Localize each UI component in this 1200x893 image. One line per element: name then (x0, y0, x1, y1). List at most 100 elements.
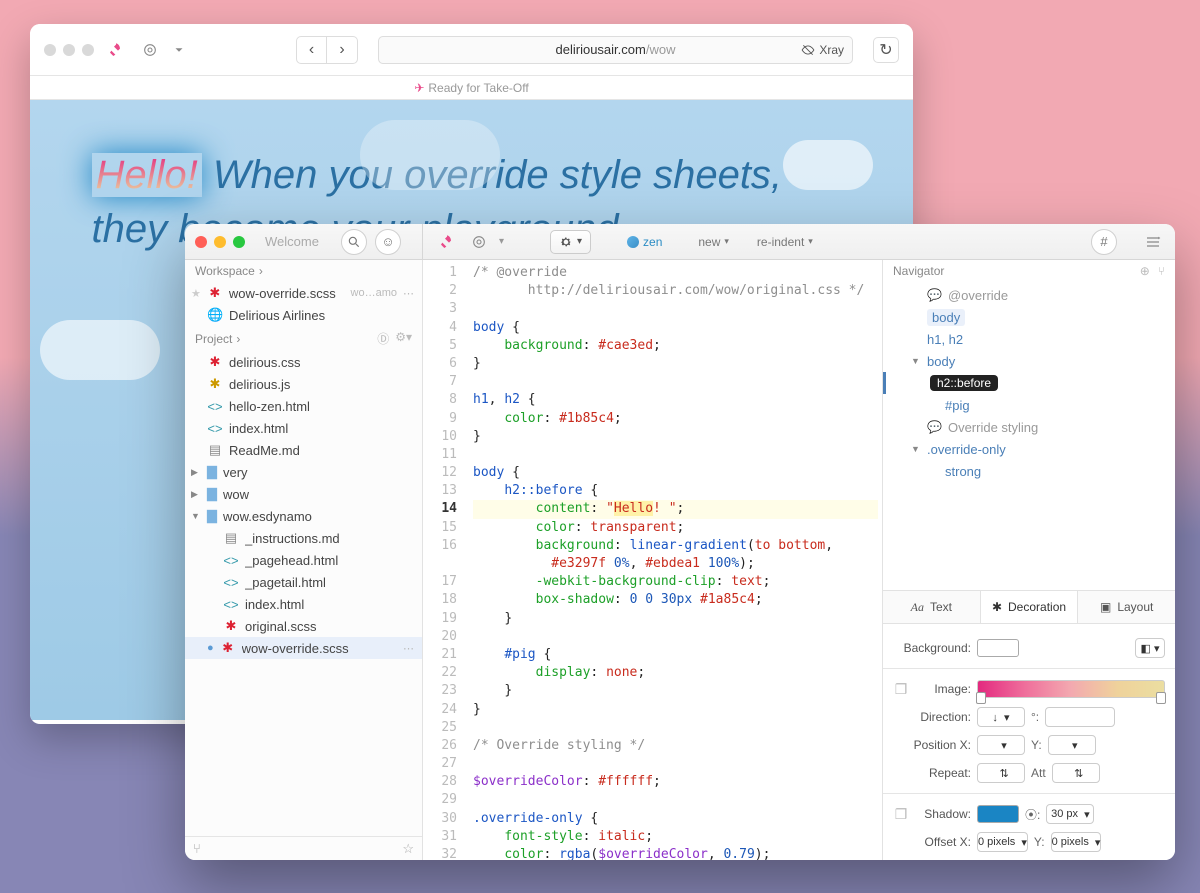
star-icon: ★ (191, 287, 201, 300)
minimize-button[interactable] (214, 236, 226, 248)
sidebar-item[interactable]: ▤_instructions.md (185, 527, 422, 549)
posx-label: Position X: (893, 738, 971, 752)
repeat-label: Repeat: (893, 766, 971, 780)
star-icon[interactable]: ☆ (402, 841, 414, 857)
rocket-icon[interactable] (104, 38, 128, 62)
disclosure-triangle[interactable]: ▼ (191, 511, 201, 521)
more-icon[interactable]: ⋯ (403, 287, 414, 300)
sidebar-item[interactable]: ▶ ▇ wow (185, 483, 422, 505)
rocket-icon[interactable] (435, 230, 459, 254)
sidebar-item[interactable]: ★✱wow-override.scsswo…amo⋯ (185, 282, 422, 304)
background-swatch[interactable] (977, 639, 1019, 657)
sidebar-item[interactable]: ✱delirious.js (185, 373, 422, 395)
tab-text[interactable]: AaText (883, 591, 980, 623)
sidebar-item[interactable]: <>index.html (185, 593, 422, 615)
navigator-item[interactable]: #pig (883, 394, 1175, 416)
offset-x[interactable]: 0 pixels ▾ (977, 832, 1028, 852)
search-icon[interactable] (341, 229, 367, 255)
minimize-dot[interactable] (63, 44, 75, 56)
back-button[interactable]: ‹ (297, 37, 327, 63)
navigator-header: Navigator ⊕ ⑂ (883, 260, 1175, 282)
forward-button[interactable]: › (327, 37, 357, 63)
close-dot[interactable] (44, 44, 56, 56)
file-name: wow (223, 487, 414, 502)
navigator-item[interactable]: strong (883, 460, 1175, 482)
face-icon[interactable]: ☺ (375, 229, 401, 255)
gear-icon[interactable]: ⚙▾ (395, 330, 412, 347)
navigator-item[interactable]: 💬Override styling (883, 416, 1175, 438)
file-name: _pagehead.html (245, 553, 414, 568)
direction-select[interactable]: ↓ ▾ (977, 707, 1025, 727)
close-button[interactable] (195, 236, 207, 248)
gradient-stop-start[interactable] (976, 692, 986, 704)
project-header[interactable]: Project› Ⓓ⚙▾ (185, 326, 422, 351)
offset-y[interactable]: 0 pixels ▾ (1051, 832, 1102, 852)
editor-traffic-lights[interactable] (195, 236, 245, 248)
workspace-header[interactable]: Workspace› (185, 260, 422, 282)
more-icon[interactable]: ⋯ (403, 642, 414, 655)
zen-mode[interactable]: zen (627, 235, 662, 249)
disclosure-triangle[interactable]: ▶ (191, 489, 201, 500)
file-name: wow.esdynamo (223, 509, 414, 524)
file-name: delirious.css (229, 355, 414, 370)
posx-select[interactable]: ▾ (977, 735, 1025, 755)
navigator-item[interactable]: ▼.override-only (883, 438, 1175, 460)
url-bar[interactable]: deliriousair.com/wow Xray (378, 36, 853, 64)
background-options[interactable]: ◧ ▾ (1135, 638, 1165, 658)
sidebar-item[interactable]: ✱original.scss (185, 615, 422, 637)
settings-sliders-icon[interactable] (1141, 230, 1165, 254)
comment-icon: 💬 (927, 288, 942, 302)
posy-select[interactable]: ▾ (1048, 735, 1096, 755)
traffic-lights[interactable] (44, 44, 94, 56)
reload-button[interactable]: ↻ (873, 37, 899, 63)
navigator-item[interactable]: ▼body (883, 350, 1175, 372)
target-icon[interactable] (138, 38, 162, 62)
filter-icon[interactable]: ⑂ (1158, 264, 1165, 278)
sidebar-item[interactable]: <>hello-zen.html (185, 395, 422, 417)
folder-icon: ▇ (207, 486, 217, 502)
sidebar-item[interactable]: ▤ReadMe.md (185, 439, 422, 461)
target-icon[interactable] (467, 230, 491, 254)
stack-icon[interactable]: ❐ (893, 806, 909, 823)
sidebar-item[interactable]: ▼▇wow.esdynamo (185, 505, 422, 527)
disclosure-triangle[interactable]: ▶ (191, 467, 201, 478)
sidebar-item[interactable]: ▶▇very (185, 461, 422, 483)
navigator-item[interactable]: h1, h2 (883, 328, 1175, 350)
degree-input[interactable] (1045, 707, 1115, 727)
hash-icon[interactable]: # (1091, 229, 1117, 255)
shadow-color[interactable] (977, 805, 1019, 823)
zoom-dot[interactable] (82, 44, 94, 56)
sidebar-item[interactable]: ●✱wow-override.scss⋯ (185, 637, 422, 659)
tab-decoration[interactable]: ✱Decoration (980, 591, 1079, 623)
reindent-menu[interactable]: re-indent▾ (757, 235, 813, 249)
xray-button[interactable]: Xray (801, 43, 844, 57)
zoom-button[interactable] (233, 236, 245, 248)
gradient-stop-end[interactable] (1156, 692, 1166, 704)
sidebar: Workspace› ★✱wow-override.scsswo…amo⋯🌐De… (185, 260, 423, 860)
add-icon[interactable]: ⊕ (1140, 264, 1150, 278)
new-menu[interactable]: new▾ (698, 235, 729, 249)
editor-window: Welcome ☺ ▾ ▾ zen new▾ re-indent▾ # (185, 224, 1175, 860)
navigator-item[interactable]: h2::before (883, 372, 1175, 394)
navigator-item[interactable]: 💬@override (883, 284, 1175, 306)
sidebar-item[interactable]: <>index.html (185, 417, 422, 439)
navigator-item[interactable]: body (883, 306, 1175, 328)
filter-icon[interactable]: ⑂ (193, 841, 201, 856)
file-name: hello-zen.html (229, 399, 414, 414)
stack-icon[interactable]: ❐ (893, 681, 909, 698)
sidebar-item[interactable]: ✱delirious.css (185, 351, 422, 373)
shadow-blur[interactable]: 30 px ▾ (1046, 804, 1094, 824)
code-editor[interactable]: 1234567891011121314151617181920212223242… (423, 260, 882, 860)
gradient-bar[interactable] (977, 680, 1165, 698)
navigator-tree[interactable]: 💬@overridebodyh1, h2▼bodyh2::before#pig💬… (883, 282, 1175, 484)
att-select[interactable]: ⇅ (1052, 763, 1100, 783)
direction-label: Direction: (893, 710, 971, 724)
gear-menu[interactable]: ▾ (550, 230, 591, 254)
sidebar-item[interactable]: 🌐Delirious Airlines (185, 304, 422, 326)
tab-layout[interactable]: ▣Layout (1078, 591, 1175, 623)
chevron-down-icon[interactable] (172, 38, 186, 62)
sidebar-item[interactable]: <>_pagetail.html (185, 571, 422, 593)
sidebar-item[interactable]: <>_pagehead.html (185, 549, 422, 571)
repeat-select[interactable]: ⇅ (977, 763, 1025, 783)
dynamo-icon[interactable]: Ⓓ (377, 330, 389, 347)
